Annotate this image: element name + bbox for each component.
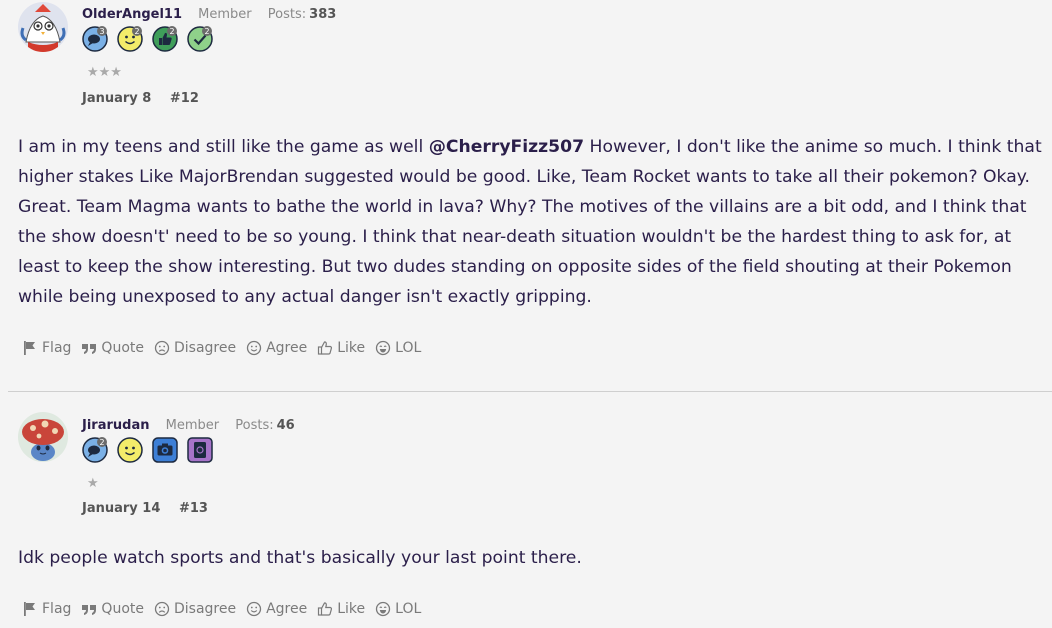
frown-icon [154, 340, 170, 356]
smiley-badge-icon[interactable]: 2 [117, 26, 143, 52]
agree-label: Agree [266, 340, 308, 356]
post-text-after: However, I don't like the anime so much.… [18, 137, 1042, 307]
flag-label: Flag [42, 340, 72, 356]
agree-button[interactable]: Agree [246, 340, 307, 356]
post-date-line: January 14 #13 [82, 501, 208, 516]
post-actions: Flag Quote Disagree Agree Like LOL [22, 601, 421, 617]
like-label: Like [337, 340, 366, 356]
post-body: I am in my teens and still like the game… [18, 132, 1052, 312]
post-date-line: January 8 #12 [82, 91, 199, 106]
user-rank-stars: ★★★ [87, 65, 122, 80]
user-role: Member [165, 418, 220, 433]
flag-icon [24, 602, 35, 616]
badge-level: 2 [99, 438, 104, 447]
posts-label: Posts: [267, 7, 307, 22]
post-divider [8, 391, 1052, 392]
speech-bubble-badge-icon[interactable]: 3 [82, 26, 108, 52]
badge-level: 2 [169, 27, 174, 36]
frown-icon [154, 601, 170, 617]
post-author-line: Jirarudan Member Posts: 46 [82, 418, 295, 433]
post-date[interactable]: January 14 [82, 501, 160, 516]
user-mention-link[interactable]: @CherryFizz507 [429, 137, 584, 157]
avatar[interactable] [18, 2, 68, 52]
posts-count: 383 [309, 7, 337, 22]
agree-button[interactable]: Agree [246, 601, 307, 617]
checkmark-badge-icon[interactable]: 2 [187, 26, 213, 52]
username[interactable]: OlderAngel11 [82, 7, 182, 22]
speech-bubble-badge-icon[interactable]: 2 [82, 437, 108, 463]
quote-icon [82, 605, 97, 615]
thumbs-up-icon [318, 602, 333, 616]
thumbs-up-badge-icon[interactable]: 2 [152, 26, 178, 52]
quote-label: Quote [101, 340, 144, 356]
disagree-button[interactable]: Disagree [154, 601, 236, 617]
flag-icon [24, 341, 35, 355]
post-number-link[interactable]: #12 [170, 91, 199, 106]
lol-label: LOL [395, 340, 422, 356]
lol-button[interactable]: LOL [375, 601, 421, 617]
lol-label: LOL [395, 601, 422, 617]
thumbs-up-icon [318, 341, 333, 355]
username[interactable]: Jirarudan [82, 418, 149, 433]
badge-level: 3 [99, 27, 104, 36]
badge-level: 2 [134, 27, 139, 36]
user-rank-stars: ★ [87, 476, 99, 491]
card-badge-icon[interactable] [187, 437, 213, 463]
post-body: Idk people watch sports and that's basic… [18, 543, 1052, 573]
quote-button[interactable]: Quote [81, 601, 144, 617]
posts-label: Posts: [235, 418, 274, 433]
disagree-label: Disagree [173, 601, 237, 617]
post-actions: Flag Quote Disagree Agree Like LOL [22, 340, 421, 356]
flag-label: Flag [42, 601, 72, 617]
quote-label: Quote [101, 601, 144, 617]
like-button[interactable]: Like [317, 601, 365, 617]
quote-icon [82, 344, 97, 354]
post-12: OlderAngel11 Member Posts: 383 3 2 2 2 ★… [0, 0, 1052, 392]
laugh-icon [376, 601, 391, 617]
like-label: Like [337, 601, 366, 617]
post-number-link[interactable]: #13 [179, 501, 208, 516]
camera-badge-icon[interactable] [152, 437, 178, 463]
quote-button[interactable]: Quote [81, 340, 144, 356]
disagree-button[interactable]: Disagree [154, 340, 236, 356]
badge-row: 2 [82, 437, 213, 463]
post-date[interactable]: January 8 [82, 91, 151, 106]
smiley-badge-icon[interactable] [117, 437, 143, 463]
post-text: Idk people watch sports and that's basic… [18, 548, 582, 568]
laugh-icon [376, 340, 391, 356]
badge-row: 3 2 2 2 [82, 26, 213, 52]
flag-button[interactable]: Flag [22, 601, 71, 617]
flag-button[interactable]: Flag [22, 340, 71, 356]
like-button[interactable]: Like [317, 340, 365, 356]
lol-button[interactable]: LOL [375, 340, 421, 356]
post-text-before: I am in my teens and still like the game… [18, 137, 429, 157]
smile-icon [246, 340, 262, 356]
agree-label: Agree [266, 601, 308, 617]
smile-icon [246, 601, 262, 617]
post-author-line: OlderAngel11 Member Posts: 383 [82, 7, 336, 22]
posts-count: 46 [276, 418, 295, 433]
user-role: Member [198, 7, 252, 22]
badge-level: 2 [204, 27, 209, 36]
avatar[interactable] [18, 412, 68, 462]
disagree-label: Disagree [173, 340, 237, 356]
